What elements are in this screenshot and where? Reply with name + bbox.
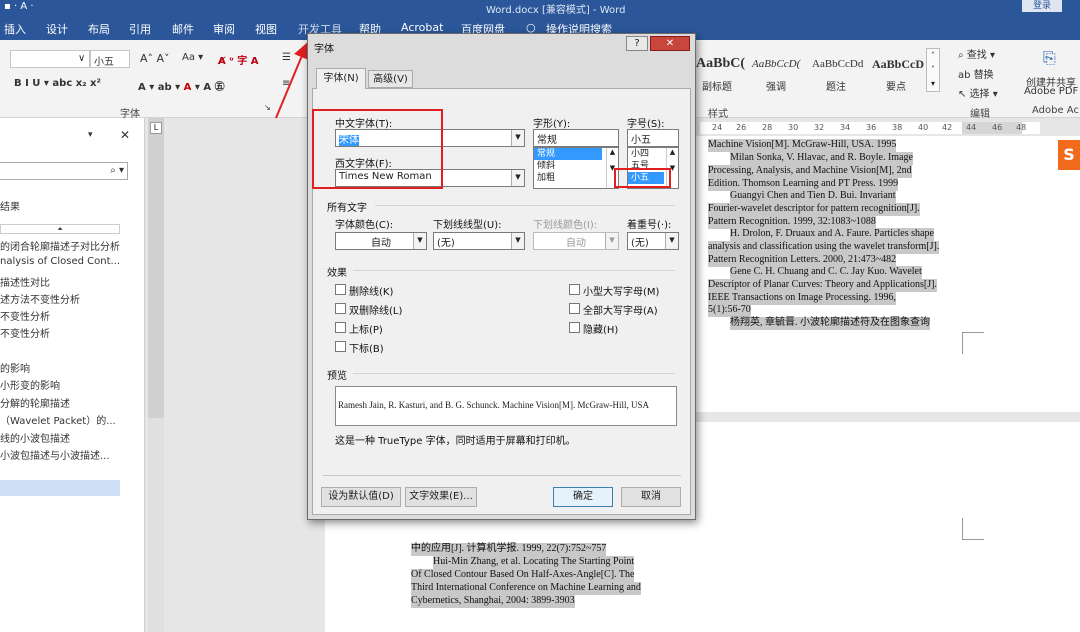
divider xyxy=(375,205,675,206)
tab-advanced[interactable]: 高级(V) xyxy=(368,70,413,88)
font-color-value: 自动 xyxy=(371,238,391,249)
double-strike-checkbox[interactable] xyxy=(335,303,346,314)
font-size-input[interactable]: 小五 xyxy=(627,129,679,147)
divider xyxy=(323,475,681,476)
chevron-down-icon[interactable]: ▼ xyxy=(511,170,524,186)
font-size-label: 字号(S): xyxy=(627,119,665,130)
check-label: 全部大写字母(A) xyxy=(583,306,658,317)
highlight-size-option xyxy=(614,168,671,188)
effects-heading: 效果 xyxy=(327,268,347,279)
check-label: 小型大写字母(M) xyxy=(583,287,660,298)
chevron-down-icon[interactable]: ▼ xyxy=(511,233,524,249)
check-label: 删除线(K) xyxy=(349,287,394,298)
style-option[interactable]: 常规 xyxy=(534,148,602,160)
superscript-checkbox[interactable] xyxy=(335,322,346,333)
underline-color-combo[interactable]: 自动 ▼ xyxy=(533,232,619,250)
all-text-heading: 所有文字 xyxy=(327,203,367,214)
preview-box: Ramesh Jain, R. Kasturi, and B. G. Schun… xyxy=(335,386,677,426)
chevron-down-icon[interactable]: ▼ xyxy=(665,233,678,249)
font-style-list[interactable]: 常规 倾斜 加粗 ▲ ▼ xyxy=(533,147,619,189)
underline-color-label: 下划线颜色(I): xyxy=(533,220,598,231)
truetype-note: 这是一种 TrueType 字体，同时适用于屏幕和打印机。 xyxy=(335,436,576,447)
dialog-title: 字体 xyxy=(314,44,334,55)
highlight-font-boxes xyxy=(312,109,443,189)
strikethrough-checkbox[interactable] xyxy=(335,284,346,295)
font-style-label: 字形(Y): xyxy=(533,119,571,130)
cancel-button[interactable]: 取消 xyxy=(621,487,681,507)
hidden-checkbox[interactable] xyxy=(569,322,580,333)
check-label: 隐藏(H) xyxy=(583,325,619,336)
divider xyxy=(353,373,675,374)
font-color-combo[interactable]: 自动 ▼ xyxy=(335,232,427,250)
help-button[interactable]: ? xyxy=(626,36,648,51)
chevron-down-icon[interactable]: ▼ xyxy=(413,233,426,249)
preview-text: Ramesh Jain, R. Kasturi, and B. G. Schun… xyxy=(338,400,650,410)
arrow-to-dialog xyxy=(275,42,309,119)
close-button[interactable]: ✕ xyxy=(650,36,690,51)
set-default-button[interactable]: 设为默认值(D) xyxy=(321,487,401,507)
underline-color-value: 自动 xyxy=(566,238,586,249)
subscript-checkbox[interactable] xyxy=(335,341,346,352)
text-effects-button[interactable]: 文字效果(E)... xyxy=(405,487,477,507)
emphasis-value: (无) xyxy=(631,238,649,249)
underline-value: (无) xyxy=(437,238,455,249)
emphasis-label: 着重号(·): xyxy=(627,220,672,231)
small-caps-checkbox[interactable] xyxy=(569,284,580,295)
check-label: 上标(P) xyxy=(349,325,383,336)
preview-heading: 预览 xyxy=(327,371,347,382)
font-style-input[interactable]: 常规 xyxy=(533,129,619,147)
ok-button[interactable]: 确定 xyxy=(553,487,613,507)
chevron-down-icon[interactable]: ▼ xyxy=(605,233,618,249)
check-label: 下标(B) xyxy=(349,344,384,355)
underline-combo[interactable]: (无) ▼ xyxy=(433,232,525,250)
emphasis-combo[interactable]: (无) ▼ xyxy=(627,232,679,250)
check-label: 双删除线(L) xyxy=(349,306,403,317)
all-caps-checkbox[interactable] xyxy=(569,303,580,314)
font-dialog: 字体 ? ✕ 字体(N) 高级(V) 中文字体(T): 宋体 ▼ 西文字体(F)… xyxy=(307,33,696,520)
tab-font[interactable]: 字体(N) xyxy=(316,68,366,89)
divider xyxy=(353,270,675,271)
font-color-label: 字体颜色(C): xyxy=(335,220,394,231)
chevron-down-icon[interactable]: ▼ xyxy=(511,130,524,146)
underline-label: 下划线线型(U): xyxy=(433,220,502,231)
